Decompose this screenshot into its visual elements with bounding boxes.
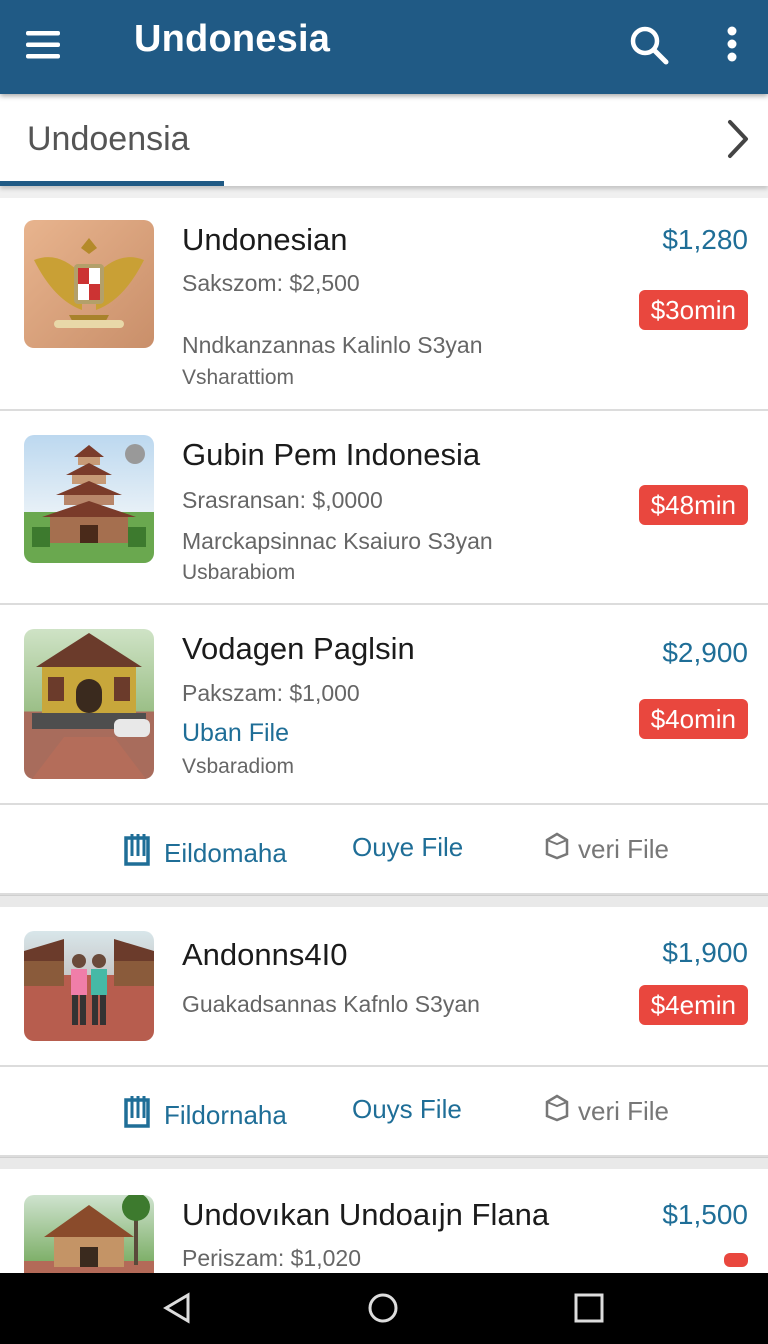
listing-location: Nndkanzannas Kalinlo S3yan xyxy=(182,332,483,358)
listing-name: Gubin Pem Indonesia xyxy=(182,437,481,472)
yellow-temple-image xyxy=(24,629,154,779)
action-label: Ouys File xyxy=(352,1094,462,1124)
listing-price: $1,280 xyxy=(662,224,748,255)
listing-name: Undonesian xyxy=(182,222,348,257)
status-badge: $4omin xyxy=(638,699,748,739)
action-row: Eildomaha Ouye File veri File xyxy=(0,805,768,895)
list-item[interactable]: Vodagen Paglsin $2,900 Pakszam: $1,000 $… xyxy=(0,605,768,805)
listing-category: Usbarabiom xyxy=(182,561,296,584)
tab-bar: Undoensia xyxy=(0,94,768,186)
listing-name: Andonns4I0 xyxy=(182,937,348,972)
tab-indicator xyxy=(0,181,224,186)
cube-icon xyxy=(544,832,570,867)
status-badge xyxy=(724,1253,748,1267)
system-nav-bar xyxy=(0,1273,768,1344)
action-label: Ouye File xyxy=(352,832,464,862)
action-label: Fildornaha xyxy=(164,1100,287,1130)
listing-detail: Pakszam: $1,000 xyxy=(182,680,360,706)
more-vert-icon[interactable] xyxy=(716,22,748,68)
tab-undoensia[interactable]: Undoensia xyxy=(0,94,224,186)
listing-detail: Sakszom: $2,500 xyxy=(182,270,360,296)
veri-file-button[interactable]: veri File xyxy=(544,832,669,867)
action-label: veri File xyxy=(578,1096,670,1126)
home-circle-icon[interactable] xyxy=(366,1291,400,1330)
file-link[interactable]: Uban File xyxy=(182,719,289,748)
search-icon[interactable] xyxy=(626,22,672,68)
listing-name: Vodagen Paglsin xyxy=(182,631,415,666)
listing-detail: Periszam: $1,020 xyxy=(182,1245,361,1271)
eildomaha-button[interactable]: Eildomaha xyxy=(122,832,287,875)
listing-category: Vsbaradiom xyxy=(182,755,295,778)
garuda-emblem-image xyxy=(24,220,154,348)
back-triangle-icon[interactable] xyxy=(160,1291,194,1330)
veri-file-button[interactable]: veri File xyxy=(544,1094,669,1129)
listing-price: $1,500 xyxy=(662,1199,748,1230)
action-label: veri File xyxy=(578,834,670,864)
app-bar: Undonesia xyxy=(0,0,768,94)
fildornaha-button[interactable]: Fildornaha xyxy=(122,1094,287,1137)
clip-file-icon xyxy=(122,1094,156,1137)
listing-price: $1,900 xyxy=(662,937,748,968)
cube-icon xyxy=(544,1094,570,1129)
listing-name: Undovıkan Undoaıjn Flana xyxy=(182,1197,550,1232)
listing-list: Undonesian $1,280 Sakszom: $2,500 $3omin… xyxy=(0,198,768,1305)
ouye-file-button[interactable]: Ouye File xyxy=(352,832,463,863)
tab-label: Undoensia xyxy=(27,120,190,158)
app-title: Undonesia xyxy=(134,18,331,60)
listing-category: Vsharattiom xyxy=(182,366,295,389)
section-divider xyxy=(0,895,768,907)
status-badge: $48min xyxy=(638,485,748,525)
pagoda-temple-image xyxy=(24,435,154,563)
list-item[interactable]: Gubin Pem Indonesia Srasransan: $,0000 $… xyxy=(0,411,768,605)
status-badge: $3omin xyxy=(638,290,748,330)
list-item[interactable]: Undonesian $1,280 Sakszom: $2,500 $3omin… xyxy=(0,198,768,411)
chevron-right-icon[interactable] xyxy=(718,116,758,162)
listing-detail: Srasransan: $,0000 xyxy=(182,487,383,513)
clip-file-icon xyxy=(122,832,156,875)
list-item[interactable]: Undovıkan Undoaıjn Flana $1,500 Periszam… xyxy=(0,1169,768,1305)
listing-location: Marckapsinnac Ksaiuro S3yan xyxy=(182,528,493,554)
people-at-temple-image xyxy=(24,931,154,1041)
status-badge: $4emin xyxy=(638,985,748,1025)
list-item[interactable]: Andonns4I0 $1,900 Guakadsannas Kafnlo S3… xyxy=(0,907,768,1067)
action-row: Fildornaha Ouys File veri File xyxy=(0,1067,768,1157)
listing-location: Guakadsannas Kafnlo S3yan xyxy=(182,991,480,1017)
recents-square-icon[interactable] xyxy=(572,1291,606,1330)
ouys-file-button[interactable]: Ouys File xyxy=(352,1094,462,1125)
section-divider xyxy=(0,1157,768,1169)
listing-price: $2,900 xyxy=(662,637,748,668)
menu-icon[interactable] xyxy=(20,25,68,65)
action-label: Eildomaha xyxy=(164,838,287,868)
